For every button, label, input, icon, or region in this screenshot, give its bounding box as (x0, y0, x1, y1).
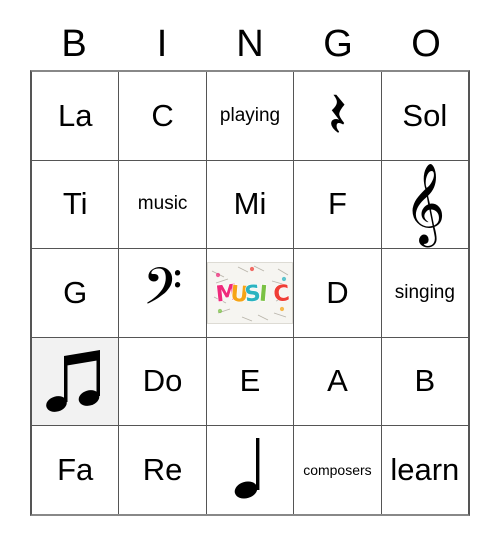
bingo-row: Ti music Mi F 𝄞 (32, 160, 469, 250)
bingo-cell-g-3[interactable]: D (294, 249, 382, 337)
bingo-header-letter-n: N (236, 23, 264, 65)
bingo-cell-label: learn (390, 451, 460, 487)
bingo-cell-n-4[interactable]: E (206, 337, 295, 426)
bingo-cell-label: singing (394, 282, 455, 304)
svg-text:I: I (258, 282, 268, 308)
bingo-card: B I N G O La Cplaying 𝄽 Sol Ti music Mi F 𝄞 G 𝄢 M U S… (0, 0, 500, 544)
bingo-cell-label: A (327, 363, 348, 399)
bingo-cell-label: Re (142, 451, 183, 487)
bingo-cell-label: B (414, 363, 436, 399)
bingo-header-letter-i: I (156, 23, 168, 65)
bingo-cell-n-1[interactable]: playing (206, 72, 295, 160)
music-word-art-image: MUSIC (207, 261, 294, 324)
quarter-rest-icon: 𝄽 (327, 78, 348, 153)
bingo-cell-n-5[interactable] (206, 426, 295, 514)
bingo-cell-i-2[interactable]: music (119, 160, 207, 249)
bingo-grid: La Cplaying 𝄽 Sol Ti music Mi F 𝄞 G 𝄢 M U S I C Dsinging… (30, 70, 470, 516)
bingo-cell-label: playing (219, 104, 281, 126)
svg-text:C: C (272, 281, 291, 308)
bingo-cell-o-2[interactable]: 𝄞 (381, 160, 469, 249)
bingo-cell-i-4[interactable]: Do (119, 337, 207, 426)
bingo-cell-b-2[interactable]: Ti (32, 160, 120, 249)
bingo-cell-label: G (63, 274, 88, 310)
bingo-cell-label: Do (142, 363, 183, 399)
bass-clef-icon: 𝄢 (142, 255, 183, 329)
bingo-cell-label: C (151, 97, 174, 133)
bingo-cell-label: Mi (233, 186, 267, 222)
bingo-cell-label: Ti (62, 186, 88, 222)
bingo-cell-label: F (327, 186, 347, 222)
bingo-cell-b-5[interactable]: Fa (32, 426, 120, 514)
bingo-cell-i-3[interactable]: 𝄢 (119, 249, 207, 337)
bingo-cell-b-3[interactable]: G (32, 249, 120, 337)
bingo-cell-label: La (57, 97, 93, 133)
bingo-header-row: B I N G O (30, 18, 470, 70)
treble-clef-icon: 𝄞 (404, 162, 446, 245)
beamed-eighth-notes-icon (44, 348, 106, 416)
bingo-cell-label: D (326, 274, 349, 310)
bingo-cell-n-2[interactable]: Mi (206, 160, 295, 249)
bingo-row: Fa Re composers learn (32, 426, 469, 514)
bingo-header-letter-g: G (323, 23, 353, 65)
bingo-cell-b-1[interactable]: La (32, 72, 120, 160)
bingo-cell-o-4[interactable]: B (381, 337, 469, 426)
bingo-cell-label: Sol (402, 97, 448, 133)
bingo-cell-g-1[interactable]: 𝄽 (294, 72, 382, 160)
bingo-cell-label: composers (303, 461, 372, 478)
bingo-cell-o-3[interactable]: singing (381, 249, 469, 337)
bingo-cell-o-5[interactable]: learn (381, 426, 469, 514)
bingo-row: Do E A B (32, 337, 469, 427)
bingo-cell-n-3[interactable]: MUSIC (206, 249, 295, 337)
quarter-note-icon (230, 436, 270, 504)
bingo-cell-g-4[interactable]: A (294, 337, 382, 426)
bingo-row: La Cplaying 𝄽 Sol (32, 72, 469, 161)
bingo-cell-i-5[interactable]: Re (119, 426, 207, 514)
bingo-row: G 𝄢 M U S I C Dsinging (32, 249, 469, 338)
bingo-cell-label: music (137, 193, 188, 215)
bingo-cell-g-2[interactable]: F (294, 160, 382, 249)
bingo-cell-b-4[interactable] (32, 337, 120, 426)
bingo-cell-i-1[interactable]: C (119, 72, 207, 160)
bingo-cell-label: E (239, 363, 261, 399)
bingo-cell-o-1[interactable]: Sol (381, 72, 469, 160)
bingo-header-letter-b: B (61, 23, 87, 65)
bingo-header-letter-o: O (411, 23, 441, 65)
bingo-cell-g-5[interactable]: composers (294, 426, 382, 514)
bingo-cell-label: Fa (57, 451, 94, 487)
